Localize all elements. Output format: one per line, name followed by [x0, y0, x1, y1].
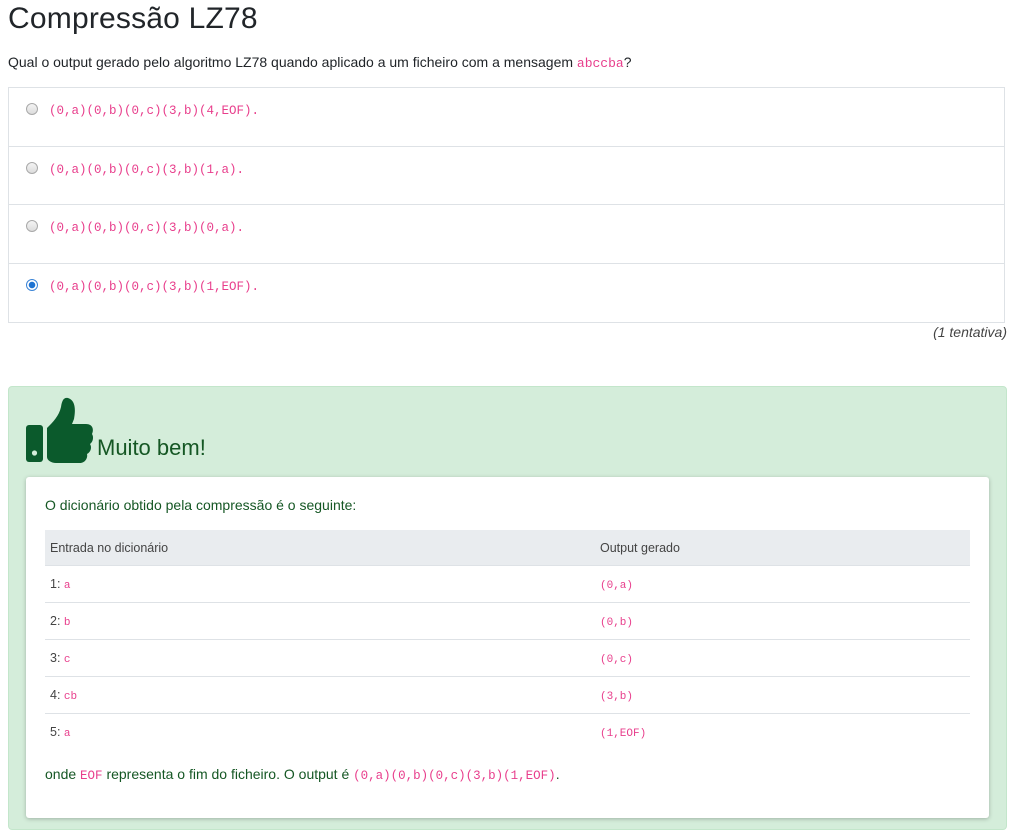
- thumbs-up-icon: [26, 397, 94, 463]
- option-label: (0,a)(0,b)(0,c)(3,b)(0,a).: [49, 221, 245, 235]
- explanation-card: O dicionário obtido pela compressão é o …: [26, 477, 989, 818]
- output-cell: (0,c): [595, 639, 970, 677]
- output-cell: (3,b): [595, 676, 970, 714]
- question-message: abccba: [576, 56, 624, 71]
- explanation-intro: O dicionário obtido pela compressão é o …: [45, 497, 357, 513]
- dictionary-table: Entrada no dicionário Output gerado 1: a…: [45, 530, 970, 750]
- table-row: 3: c (0,c): [45, 639, 970, 677]
- feedback-panel: Muito bem! O dicionário obtido pela comp…: [8, 386, 1007, 830]
- answer-option[interactable]: (0,a)(0,b)(0,c)(3,b)(1,a).: [9, 147, 1004, 205]
- radio-button[interactable]: [26, 161, 38, 174]
- option-label: (0,a)(0,b)(0,c)(3,b)(4,EOF).: [49, 104, 260, 118]
- entry-cell: 2: b: [45, 602, 595, 640]
- table-row: 1: a (0,a): [45, 565, 970, 603]
- table-header-row: Entrada no dicionário Output gerado: [45, 530, 970, 566]
- column-header-output: Output gerado: [595, 530, 970, 566]
- attempts-count: (1 tentativa): [933, 324, 1007, 340]
- question-text: Qual o output gerado pelo algoritmo LZ78…: [8, 54, 632, 71]
- explanation-conclusion: onde EOF representa o fim do ficheiro. O…: [45, 766, 560, 783]
- entry-cell: 5: a: [45, 713, 595, 750]
- radio-button-selected[interactable]: [26, 278, 38, 291]
- question-prefix: Qual o output gerado pelo algoritmo LZ78…: [8, 54, 577, 70]
- answer-option-selected[interactable]: (0,a)(0,b)(0,c)(3,b)(1,EOF).: [9, 264, 1004, 323]
- success-message: Muito bem!: [97, 435, 206, 460]
- option-label: (0,a)(0,b)(0,c)(3,b)(1,EOF).: [49, 279, 260, 294]
- column-header-entry: Entrada no dicionário: [45, 530, 595, 566]
- answer-options: (0,a)(0,b)(0,c)(3,b)(4,EOF). (0,a)(0,b)(…: [8, 87, 1005, 323]
- question-suffix: ?: [623, 54, 632, 70]
- entry-cell: 3: c: [45, 639, 595, 677]
- output-cell: (0,b): [595, 602, 970, 640]
- output-cell: (1,EOF): [595, 713, 970, 750]
- output-cell: (0,a): [595, 565, 970, 603]
- table-row: 5: a (1,EOF): [45, 713, 970, 750]
- radio-button[interactable]: [26, 220, 38, 232]
- page-title: Compressão LZ78: [8, 2, 258, 35]
- entry-cell: 1: a: [45, 565, 595, 603]
- option-label: (0,a)(0,b)(0,c)(3,b)(1,a).: [49, 162, 245, 177]
- table-row: 4: cb (3,b): [45, 676, 970, 714]
- answer-option[interactable]: (0,a)(0,b)(0,c)(3,b)(0,a).: [9, 205, 1004, 264]
- table-row: 2: b (0,b): [45, 602, 970, 640]
- answer-option[interactable]: (0,a)(0,b)(0,c)(3,b)(4,EOF).: [9, 88, 1004, 147]
- radio-button[interactable]: [26, 103, 38, 115]
- entry-cell: 4: cb: [45, 676, 595, 714]
